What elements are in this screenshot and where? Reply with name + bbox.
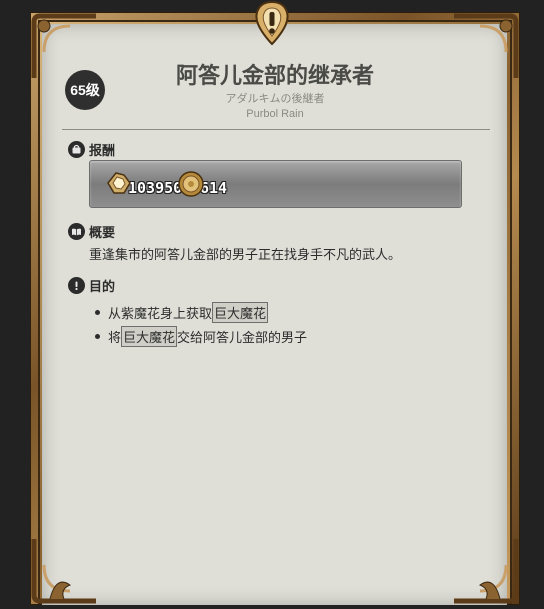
- bullet-dot-icon: [95, 333, 100, 339]
- gil-coin-icon: [176, 169, 206, 199]
- exp-reward[interactable]: 103950: [104, 169, 182, 199]
- objective-item: 从紫魔花身上获取 巨大魔花: [95, 300, 307, 324]
- objective-item-link[interactable]: 巨大魔花: [121, 325, 178, 347]
- objective-text: 从紫魔花身上获取: [108, 306, 213, 322]
- objective-item: 将 巨大魔花 交给阿答儿金部的男子: [95, 324, 307, 348]
- exclamation-icon: [68, 277, 85, 294]
- reward-bag-icon: [68, 141, 85, 158]
- frame-corner-ornament-top-right: [450, 12, 520, 82]
- summary-header-label: 概要: [89, 226, 116, 241]
- frame-corner-ornament-bottom-right: [450, 535, 520, 605]
- experience-icon: [104, 169, 134, 199]
- quest-title: 阿答儿金部的继承者: [175, 64, 374, 89]
- exp-value: 103950: [128, 179, 183, 197]
- objectives-section-header: 目的: [68, 276, 115, 295]
- objectives-list: 从紫魔花身上获取 巨大魔花 将 巨大魔花 交给阿答儿金部的男子: [95, 300, 307, 348]
- reward-section-header: 报酬: [68, 140, 115, 159]
- objective-text-suffix: 交给阿答儿金部的男子: [177, 330, 308, 346]
- quest-exclamation-emblem-icon: [248, 0, 296, 46]
- quest-subtitle-location: Purbol Rain: [246, 108, 304, 120]
- objective-item-link[interactable]: 巨大魔花: [212, 301, 269, 323]
- quest-subtitle-japanese: アダルキムの後継者: [225, 92, 325, 105]
- objective-text: 将: [108, 330, 122, 346]
- quest-level-badge: 65级: [65, 70, 105, 110]
- gil-reward[interactable]: 614: [176, 169, 227, 199]
- reward-panel: 103950 614: [89, 160, 462, 208]
- reward-header-label: 报酬: [89, 144, 116, 159]
- summary-section-header: 概要: [68, 222, 115, 241]
- summary-text: 重逢集市的阿答儿金部的男子正在找身手不凡的武人。: [89, 248, 402, 263]
- bullet-dot-icon: [95, 309, 100, 315]
- frame-corner-ornament-bottom-left: [30, 535, 100, 605]
- book-icon: [68, 223, 85, 240]
- objectives-header-label: 目的: [89, 280, 116, 295]
- header-divider: [62, 129, 490, 130]
